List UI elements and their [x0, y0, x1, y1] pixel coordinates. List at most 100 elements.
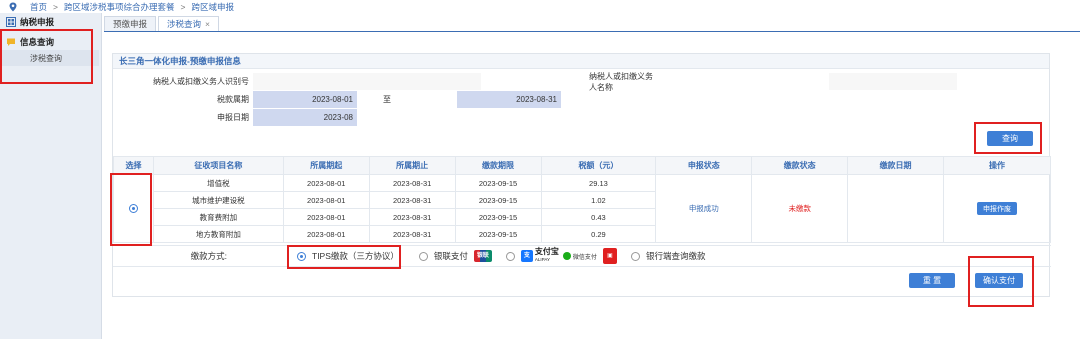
- payment-option-label: 银行端查询缴款: [645, 251, 706, 261]
- taxpayer-id-field[interactable]: [253, 73, 481, 90]
- col-action: 操作: [943, 156, 1051, 175]
- payment-option-online[interactable]: 支 支付宝 ALIPAY 微信支付 ▣: [505, 248, 617, 264]
- sidebar-item-tax-declare[interactable]: 纳税申报: [0, 13, 101, 30]
- grid-icon: [6, 16, 16, 27]
- col-declare-status: 申报状态: [655, 156, 753, 175]
- sidebar: 纳税申报 信息查询 涉税查询: [0, 13, 102, 339]
- payment-method-row: 缴款方式: TIPS缴款（三方协议） 银联支付 银联 支 支付宝 ALIPAY …: [113, 245, 1051, 267]
- tab-bar: 预缴申报 涉税查询 ×: [104, 15, 221, 31]
- form-row-declare-date: 申报日期 2023-08: [113, 109, 357, 126]
- taxpayer-id-label: 纳税人或扣缴义务人识别号: [153, 77, 249, 86]
- tab-label: 涉税查询: [167, 19, 202, 29]
- cell-deadline: 2023-09-15: [454, 174, 542, 192]
- col-amount: 税额（元）: [540, 156, 657, 175]
- sidebar-item-label: 信息查询: [20, 36, 55, 47]
- cell-pay-status: 未缴款: [751, 174, 849, 243]
- alipay-subtext: ALIPAY: [534, 257, 551, 262]
- col-end: 所属期止: [368, 156, 456, 175]
- tab-prepay-declare[interactable]: 预缴申报: [104, 16, 157, 31]
- void-declare-button[interactable]: 申报作废: [977, 202, 1017, 215]
- tax-period-label: 税款属期: [217, 95, 249, 104]
- cell-end: 2023-08-31: [368, 174, 456, 192]
- tab-label: 预缴申报: [113, 19, 148, 29]
- taxpayer-name-label: 纳税人或扣缴义务人名称: [589, 71, 653, 92]
- cell-deadline: 2023-09-15: [454, 225, 542, 243]
- cell-deadline: 2023-09-15: [454, 208, 542, 226]
- wechat-pay-text: 微信支付: [572, 254, 597, 261]
- cell-item: 城市维护建设税: [152, 191, 284, 209]
- query-button[interactable]: 查询: [987, 131, 1033, 146]
- cell-declare-status: 申报成功: [655, 174, 753, 243]
- col-deadline: 缴款期限: [454, 156, 542, 175]
- confirm-pay-button[interactable]: 确认支付: [975, 273, 1023, 288]
- tab-tax-query[interactable]: 涉税查询 ×: [158, 16, 219, 31]
- sidebar-item-label: 纳税申报: [20, 16, 55, 27]
- row-select-radio[interactable]: [128, 204, 138, 214]
- row-select-cell[interactable]: [113, 174, 154, 243]
- cell-amount: 1.02: [540, 191, 657, 209]
- cell-deadline: 2023-09-15: [454, 191, 542, 209]
- cell-item: 地方教育附加: [152, 225, 284, 243]
- alipay-text: 支付宝: [534, 247, 559, 256]
- breadcrumb-separator: >: [180, 1, 186, 12]
- alipay-brand: 支付宝 ALIPAY: [535, 248, 559, 264]
- panel-title: 长三角一体化申报-预缴申报信息: [113, 54, 1049, 69]
- payment-option-unionpay[interactable]: 银联支付 银联: [418, 250, 492, 262]
- cell-item: 增值税: [152, 174, 284, 192]
- breadcrumb-level2[interactable]: 跨区域涉税事项综合办理套餐: [64, 1, 175, 13]
- cell-start: 2023-08-01: [282, 191, 370, 209]
- cell-end: 2023-08-31: [368, 208, 456, 226]
- cell-start: 2023-08-01: [282, 208, 370, 226]
- cell-start: 2023-08-01: [282, 174, 370, 192]
- period-end-field[interactable]: 2023-08-31: [457, 91, 561, 108]
- declare-date-label: 申报日期: [217, 113, 249, 122]
- period-start-field[interactable]: 2023-08-01: [253, 91, 357, 108]
- cell-action: 申报作废: [943, 174, 1051, 243]
- breadcrumb-home[interactable]: 首页: [30, 1, 47, 13]
- table-row: 增值税 2023-08-01 2023-08-31 2023-09-15 29.…: [113, 174, 1051, 243]
- sidebar-item-info-query[interactable]: 信息查询: [0, 33, 101, 50]
- location-pin-icon: [8, 2, 18, 12]
- taxpayer-name-field[interactable]: [829, 73, 957, 90]
- payment-option-label: 银联支付: [433, 251, 468, 261]
- tips-radio[interactable]: [297, 251, 306, 261]
- wechat-pay-icon: [562, 252, 571, 260]
- period-to-label: 至: [383, 95, 391, 104]
- alipay-logo-icon: 支: [520, 250, 533, 262]
- tab-underline: [104, 31, 1080, 32]
- col-pay-date: 缴款日期: [847, 156, 944, 175]
- cell-amount: 0.43: [540, 208, 657, 226]
- col-pay-status: 缴款状态: [751, 156, 849, 175]
- cell-pay-date: [847, 174, 944, 243]
- col-start: 所属期起: [282, 156, 370, 175]
- declare-date-field[interactable]: 2023-08: [253, 109, 357, 126]
- form-row-period: 税款属期 2023-08-01 至 2023-08-31: [113, 91, 561, 108]
- unionpay-radio[interactable]: [418, 251, 428, 261]
- main-panel: 长三角一体化申报-预缴申报信息 纳税人或扣缴义务人识别号 纳税人或扣缴义务人名称…: [112, 53, 1051, 297]
- payment-option-tips[interactable]: TIPS缴款（三方协议）: [297, 250, 399, 262]
- tax-table: 选择 征收项目名称 所属期起 所属期止 缴款期限 税额（元） 申报状态 缴款状态…: [113, 156, 1051, 243]
- form-row-taxpayer: 纳税人或扣缴义务人识别号 纳税人或扣缴义务人名称: [113, 71, 1051, 92]
- col-item: 征收项目名称: [152, 156, 284, 175]
- payment-option-label: TIPS缴款（三方协议）: [312, 251, 399, 261]
- cell-end: 2023-08-31: [368, 225, 456, 243]
- bank-app-logo-icon: ▣: [602, 248, 617, 264]
- table-header-row: 选择 征收项目名称 所属期起 所属期止 缴款期限 税额（元） 申报状态 缴款状态…: [113, 156, 1051, 175]
- payment-method-label: 缴款方式:: [190, 251, 227, 261]
- bank-query-radio[interactable]: [630, 251, 640, 261]
- payment-option-bank-query[interactable]: 银行端查询缴款: [630, 250, 706, 262]
- col-select: 选择: [113, 156, 154, 175]
- tab-close-icon[interactable]: ×: [205, 19, 210, 29]
- cell-end: 2023-08-31: [368, 191, 456, 209]
- breadcrumb: 首页 > 跨区域涉税事项综合办理套餐 > 跨区域申报: [0, 0, 1080, 13]
- breadcrumb-level3[interactable]: 跨区域申报: [191, 1, 234, 13]
- sidebar-subitem-tax-query[interactable]: 涉税查询: [2, 50, 99, 66]
- reset-button[interactable]: 重 置: [909, 273, 955, 288]
- cell-start: 2023-08-01: [282, 225, 370, 243]
- cell-amount: 29.13: [540, 174, 657, 192]
- unionpay-logo-icon: 银联: [473, 250, 492, 262]
- online-pay-radio[interactable]: [505, 251, 515, 261]
- cell-item: 教育费附加: [152, 208, 284, 226]
